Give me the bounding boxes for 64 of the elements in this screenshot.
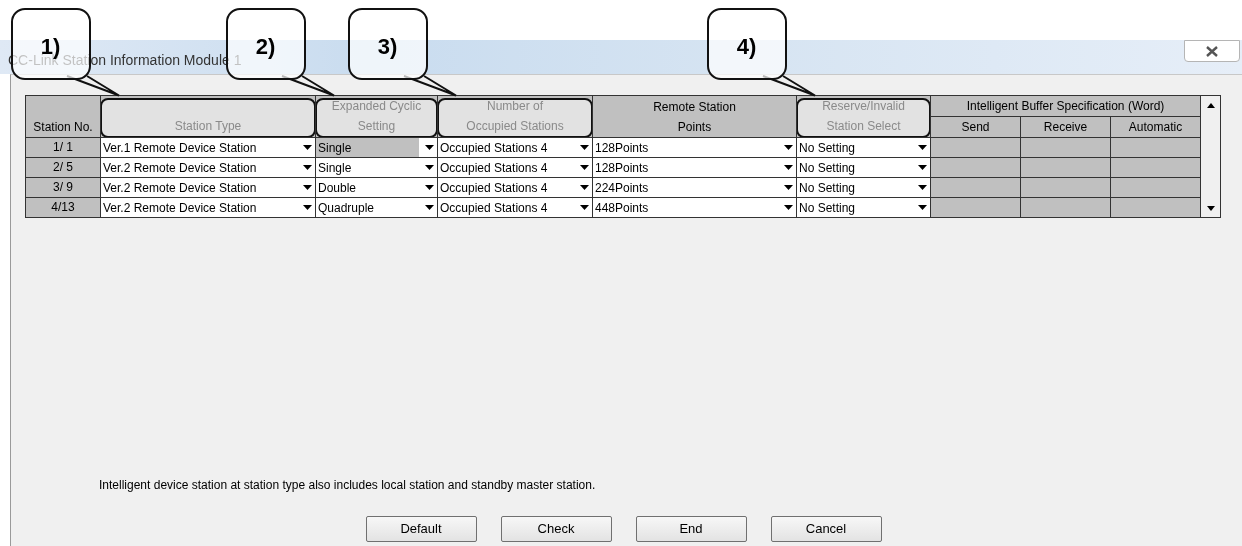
dialog-button[interactable]: Check — [500, 516, 612, 542]
caret-icon — [917, 205, 927, 210]
caret-icon — [917, 145, 927, 150]
close-button[interactable] — [1184, 40, 1240, 62]
station-number-cell: 3/ 9 — [26, 178, 100, 197]
dropdown[interactable]: Occupied Stations 4 — [438, 138, 592, 157]
caret-icon — [302, 145, 312, 150]
caret-icon — [783, 165, 793, 170]
dropdown[interactable]: 224Points — [593, 178, 796, 197]
column-header: Expanded Cyclic Setting — [315, 98, 438, 138]
dropdown[interactable]: 128Points — [593, 158, 796, 177]
dropdown[interactable]: Single — [316, 138, 437, 157]
dropdown[interactable]: Ver.2 Remote Device Station — [101, 198, 315, 217]
dropdown[interactable]: No Setting — [797, 198, 930, 217]
caret-icon — [783, 205, 793, 210]
caret-icon — [302, 165, 312, 170]
column-header: Station Type — [100, 98, 316, 138]
dropdown[interactable]: Ver.1 Remote Device Station — [101, 138, 315, 157]
caret-icon — [783, 185, 793, 190]
dropdown[interactable]: Ver.2 Remote Device Station — [101, 158, 315, 177]
caret-icon — [917, 185, 927, 190]
dropdown[interactable]: 448Points — [593, 198, 796, 217]
station-number-cell: 1/ 1 — [26, 138, 100, 157]
note-text: Intelligent device station at station type also includes local station and standby master station. — [99, 478, 596, 492]
dialog-button[interactable]: Default — [365, 516, 477, 542]
dropdown[interactable]: Single — [316, 158, 437, 177]
dropdown[interactable]: 128Points — [593, 138, 796, 157]
dropdown[interactable]: No Setting — [797, 178, 930, 197]
column-header: Reserve/Invalid Station Select — [796, 98, 931, 138]
column-header: Number of Occupied Stations — [437, 98, 593, 138]
dropdown[interactable]: Quadruple — [316, 198, 437, 217]
caret-icon — [579, 165, 589, 170]
up-arrow-icon — [1206, 102, 1215, 108]
caret-icon — [424, 185, 434, 190]
dropdown[interactable]: Occupied Stations 4 — [438, 158, 592, 177]
station-number-cell: 2/ 5 — [26, 158, 100, 177]
dropdown[interactable]: Occupied Stations 4 — [438, 198, 592, 217]
dropdown[interactable]: Occupied Stations 4 — [438, 178, 592, 197]
close-icon — [1206, 45, 1218, 57]
dropdown[interactable]: No Setting — [797, 138, 930, 157]
caret-icon — [579, 205, 589, 210]
caret-icon — [917, 165, 927, 170]
caret-icon — [302, 185, 312, 190]
caret-icon — [302, 205, 312, 210]
down-arrow-icon — [1206, 205, 1215, 211]
caret-icon — [579, 145, 589, 150]
dropdown[interactable]: Ver.2 Remote Device Station — [101, 178, 315, 197]
caret-icon — [424, 165, 434, 170]
dialog-button[interactable]: Cancel — [770, 516, 882, 542]
station-number-cell: 4/13 — [26, 198, 100, 217]
column-header: Automatic — [1111, 117, 1200, 137]
column-group-header: Intelligent Buffer Specification (Word) — [931, 96, 1200, 116]
scrollbar[interactable] — [1201, 95, 1221, 218]
callout-label: 4) — [706, 8, 787, 80]
dropdown[interactable]: No Setting — [797, 158, 930, 177]
caret-icon — [579, 185, 589, 190]
caret-icon — [783, 145, 793, 150]
dropdown[interactable]: Double — [316, 178, 437, 197]
dialog-button[interactable]: End — [635, 516, 747, 542]
callout-label: 3) — [347, 8, 428, 80]
column-header: Receive — [1021, 117, 1110, 137]
caret-icon — [424, 205, 434, 210]
column-header: Send — [931, 117, 1020, 137]
caret-icon — [424, 145, 434, 150]
